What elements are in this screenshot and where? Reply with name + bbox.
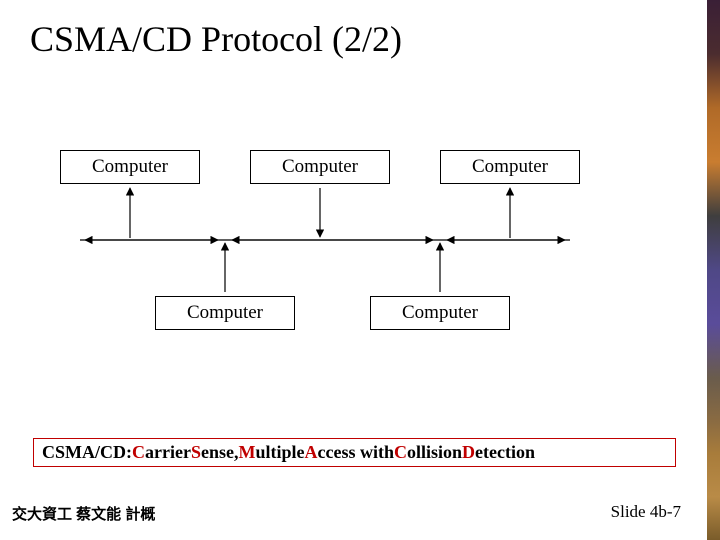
def-hl-4: C xyxy=(394,442,407,463)
computer-node-top-1: Computer xyxy=(60,150,200,184)
computer-node-bottom-2: Computer xyxy=(370,296,510,330)
decorative-side-stripe xyxy=(707,0,720,540)
def-hl-3: A xyxy=(305,442,318,463)
def-prefix: CSMA/CD: xyxy=(42,442,132,463)
def-rest-2: ultiple xyxy=(255,442,304,463)
def-hl-5: D xyxy=(462,442,475,463)
footer-left: 交大資工 蔡文能 計概 xyxy=(12,503,155,524)
def-rest-5: etection xyxy=(475,442,535,463)
computer-node-bottom-1: Computer xyxy=(155,296,295,330)
csma-cd-definition: CSMA/CD: Carrier Sense, Multiple Access … xyxy=(33,438,676,467)
def-rest-1: ense, xyxy=(201,442,239,463)
slide-number: Slide 4b-7 xyxy=(611,502,681,522)
def-rest-0: arrier xyxy=(145,442,191,463)
computer-node-top-3: Computer xyxy=(440,150,580,184)
def-hl-0: C xyxy=(132,442,145,463)
def-hl-1: S xyxy=(191,442,201,463)
def-hl-2: M xyxy=(238,442,255,463)
def-rest-4: ollision xyxy=(407,442,462,463)
slide-title: CSMA/CD Protocol (2/2) xyxy=(30,18,402,60)
def-rest-3: ccess with xyxy=(318,442,394,463)
computer-node-top-2: Computer xyxy=(250,150,390,184)
